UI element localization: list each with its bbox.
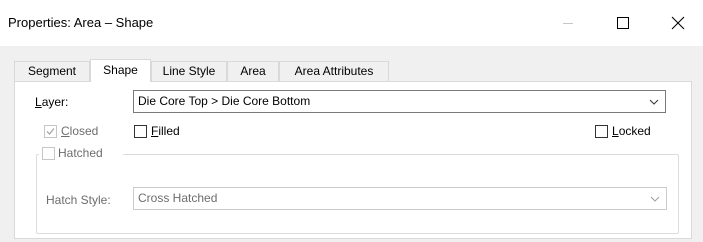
closed-label-text: losed <box>69 124 99 138</box>
locked-label-text: ocked <box>618 124 651 138</box>
window-title: Properties: Area – Shape <box>8 15 154 30</box>
closed-label: Closed <box>61 124 98 138</box>
title-bar: Properties: Area – Shape <box>0 0 703 46</box>
maximize-button[interactable] <box>600 8 646 38</box>
hatched-group-header: Hatched <box>39 144 123 162</box>
hatched-label: Hatched <box>58 146 103 160</box>
dialog-content: Segment Shape Line Style Area Area Attri… <box>0 46 703 242</box>
hatched-checkbox[interactable] <box>42 147 55 160</box>
tab-segment[interactable]: Segment <box>14 61 90 81</box>
tab-label: Line Style <box>162 64 216 78</box>
filled-label: Filled <box>151 124 180 138</box>
hatch-style-label: Hatch Style: <box>46 193 111 207</box>
shape-tab-panel: Layer: Die Core Top > Die Core Bottom Cl… <box>14 81 692 239</box>
layer-select-value: Die Core Top > Die Core Bottom <box>138 94 311 108</box>
chevron-down-icon <box>650 196 660 202</box>
filled-checkbox[interactable] <box>134 125 147 138</box>
locked-label: Locked <box>612 124 651 138</box>
chevron-down-icon <box>649 99 659 105</box>
tab-shape[interactable]: Shape <box>90 59 151 82</box>
hatch-style-select-value: Cross Hatched <box>138 191 218 205</box>
tab-label: Area Attributes <box>294 64 374 78</box>
check-icon <box>46 128 55 135</box>
tab-label: Area <box>240 64 266 78</box>
closed-label-mnemonic: C <box>61 124 70 138</box>
maximize-icon <box>617 17 629 29</box>
minimize-button[interactable] <box>545 8 591 38</box>
tab-label: Segment <box>27 64 77 78</box>
locked-checkbox[interactable] <box>595 125 608 138</box>
tab-line-style[interactable]: Line Style <box>151 61 227 81</box>
layer-select[interactable]: Die Core Top > Die Core Bottom <box>133 90 666 113</box>
close-icon <box>671 16 685 30</box>
closed-checkbox[interactable] <box>44 125 57 138</box>
filled-label-text: illed <box>158 124 180 138</box>
tab-area-attributes[interactable]: Area Attributes <box>279 61 389 81</box>
hatch-style-select[interactable]: Cross Hatched <box>133 187 667 210</box>
minimize-icon <box>563 23 573 24</box>
layer-label-text: ayer: <box>41 95 69 109</box>
locked-label-mnemonic: L <box>612 124 619 138</box>
close-button[interactable] <box>655 8 701 38</box>
tab-area[interactable]: Area <box>227 61 279 81</box>
layer-label-mnemonic: L <box>35 95 42 109</box>
tab-label: Shape <box>103 63 138 77</box>
layer-label: Layer: <box>35 95 68 109</box>
